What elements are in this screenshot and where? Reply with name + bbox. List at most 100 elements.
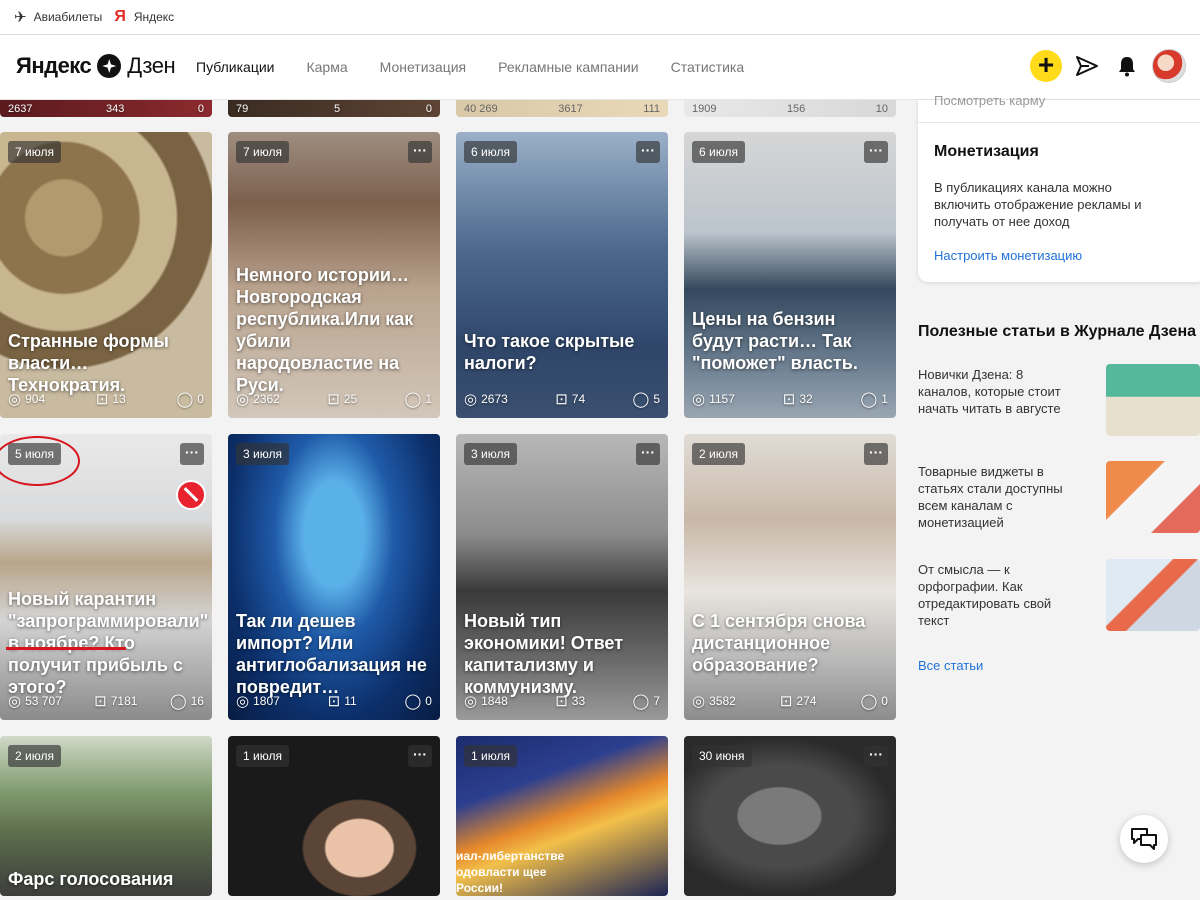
chat-support-button[interactable] xyxy=(1120,815,1168,863)
header-actions: + xyxy=(1030,49,1186,83)
card-title: Так ли дешев импорт? Или антиглобализаци… xyxy=(236,611,427,697)
publication-card[interactable]: 5 июля ··· Новый карантин "запрограммиро… xyxy=(0,434,212,720)
book-icon: ⊡ xyxy=(782,391,796,408)
avatar[interactable] xyxy=(1152,49,1186,83)
card-date: 3 июля xyxy=(236,443,289,465)
article-title: Товарные виджеты в статьях стали доступн… xyxy=(918,464,1063,530)
journal-article[interactable]: Новички Дзена: 8 каналов, которые стоит … xyxy=(918,364,1200,438)
card-image-caption: иал-либертанстве одовласти щее России! xyxy=(456,849,565,895)
more-icon[interactable]: ··· xyxy=(408,141,432,163)
journal-title: Полезные статьи в Журнале Дзена xyxy=(918,323,1196,340)
card-date: 7 июля xyxy=(8,141,61,163)
karma-link[interactable]: Посмотреть карму xyxy=(934,93,1045,108)
book-icon: ⊡ xyxy=(327,391,340,408)
card-stats: ◎ 1157 ⊡ 32 ◯ 1 xyxy=(692,391,888,408)
card-stats: 40 269 3617 111 xyxy=(464,103,660,115)
views-icon: ◎ xyxy=(236,693,250,710)
bookmark-label: Авиабилеты xyxy=(33,10,103,24)
red-annotation-circle xyxy=(0,436,80,486)
book-icon: ⊡ xyxy=(779,693,793,710)
more-icon[interactable]: ··· xyxy=(864,443,888,465)
book-icon: ⊡ xyxy=(555,693,568,710)
publication-card[interactable]: 6 июля ··· Цены на бензин будут расти… Т… xyxy=(684,132,896,418)
card-title: Цены на бензин будут расти… Так "поможет… xyxy=(692,309,858,373)
journal-article[interactable]: Товарные виджеты в статьях стали доступн… xyxy=(918,461,1200,535)
publication-card[interactable]: 2 июля ··· С 1 сентября снова дистанцион… xyxy=(684,434,896,720)
card-title: Новый карантин "запрограммировали" в ноя… xyxy=(8,589,209,697)
card-stats: ◎ 1848 ⊡ 33 ◯ 7 xyxy=(464,693,660,710)
nav-statistics[interactable]: Статистика xyxy=(671,59,745,75)
card-stats: 2637 343 0 xyxy=(8,103,204,115)
comment-icon: ◯ xyxy=(632,693,650,710)
book-icon: ⊡ xyxy=(555,391,568,408)
publication-card[interactable]: 1 июля ··· xyxy=(228,736,440,896)
card-title: С 1 сентября снова дистанционное образов… xyxy=(692,611,866,675)
card-title: Странные формы власти… Технократия. xyxy=(8,331,169,395)
card-title: Что такое скрытые налоги? xyxy=(464,331,635,373)
more-icon[interactable]: ··· xyxy=(180,443,204,465)
book-icon: ⊡ xyxy=(95,391,109,408)
chat-icon xyxy=(1131,828,1157,850)
comment-icon: ◯ xyxy=(176,391,194,408)
bell-icon[interactable] xyxy=(1112,51,1142,81)
zen-star-icon xyxy=(97,54,122,78)
yandex-zen-logo[interactable]: Яндекс Дзен xyxy=(16,53,176,79)
card-date: 30 июня xyxy=(692,745,752,767)
more-icon[interactable]: ··· xyxy=(864,141,888,163)
nav-monetization[interactable]: Монетизация xyxy=(380,59,467,75)
monetization-text: В публикациях канала можно включить отоб… xyxy=(934,180,1142,229)
views-icon: ◎ xyxy=(464,693,478,710)
more-icon[interactable]: ··· xyxy=(408,745,432,767)
card-stats: 1909 156 10 xyxy=(692,103,888,115)
comment-icon: ◯ xyxy=(860,391,878,408)
publication-card[interactable]: 7 июля ··· Немного истории… Новгородская… xyxy=(228,132,440,418)
blocked-icon xyxy=(176,480,206,510)
card-title: Фарс голосования под xyxy=(8,869,174,896)
card-date: 1 июля xyxy=(236,745,289,767)
nav-karma[interactable]: Карма xyxy=(306,59,347,75)
card-partial-top[interactable]: 2637 343 0 xyxy=(0,100,212,117)
publication-card[interactable]: 2 июля Фарс голосования под xyxy=(0,736,212,896)
nav-publications[interactable]: Публикации xyxy=(196,59,274,75)
card-stats: 79 5 0 xyxy=(236,103,432,115)
card-partial-top[interactable]: 79 5 0 xyxy=(228,100,440,117)
publication-card[interactable]: 6 июля ··· Что такое скрытые налоги? ◎ 26… xyxy=(456,132,668,418)
more-icon[interactable]: ··· xyxy=(864,745,888,767)
views-icon: ◎ xyxy=(692,693,706,710)
all-articles-link[interactable]: Все статьи xyxy=(918,658,983,673)
journal-article[interactable]: От смысла — к орфографии. Как отредактир… xyxy=(918,559,1200,633)
card-partial-top[interactable]: 40 269 3617 111 xyxy=(456,100,668,117)
article-title: От смысла — к орфографии. Как отредактир… xyxy=(918,562,1052,628)
card-partial-top[interactable]: 1909 156 10 xyxy=(684,100,896,117)
publication-card[interactable]: 3 июля Так ли дешев импорт? Или антиглоб… xyxy=(228,434,440,720)
bookmark-yandex[interactable]: Я Яндекс xyxy=(114,8,174,26)
publication-card[interactable]: 3 июля ··· Новый тип экономики! Ответ ка… xyxy=(456,434,668,720)
card-date: 6 июля xyxy=(464,141,517,163)
more-icon[interactable]: ··· xyxy=(636,141,660,163)
card-date: 7 июля xyxy=(236,141,289,163)
card-title: Немного истории… Новгородская республика… xyxy=(236,265,414,395)
more-icon[interactable]: ··· xyxy=(636,443,660,465)
card-title: Новый тип экономики! Ответ капитализму и… xyxy=(464,611,624,697)
nav-ad-campaigns[interactable]: Рекламные кампании xyxy=(498,59,638,75)
card-date: 2 июля xyxy=(8,745,61,767)
article-title: Новички Дзена: 8 каналов, которые стоит … xyxy=(918,367,1061,416)
card-stats: ◎ 53 707 ⊡ 7181 ◯ 16 xyxy=(8,693,204,710)
card-date: 6 июля xyxy=(692,141,745,163)
publication-card[interactable]: 7 июля Странные формы власти… Технократи… xyxy=(0,132,212,418)
setup-monetization-link[interactable]: Настроить монетизацию xyxy=(934,248,1082,263)
card-stats: ◎ 3582 ⊡ 274 ◯ 0 xyxy=(692,693,888,710)
send-icon[interactable] xyxy=(1072,51,1102,81)
views-icon: ◎ xyxy=(8,391,22,408)
publication-card[interactable]: 30 июня ··· xyxy=(684,736,896,896)
bookmark-aviabilety[interactable]: ✈ Авиабилеты xyxy=(14,8,102,26)
create-plus-button[interactable]: + xyxy=(1030,50,1062,82)
logo-product: Дзен xyxy=(127,53,176,78)
publication-card[interactable]: 1 июля иал-либертанстве одовласти щее Ро… xyxy=(456,736,668,896)
comment-icon: ◯ xyxy=(860,693,878,710)
right-sidebar: Посмотреть карму Монетизация В публикаци… xyxy=(906,93,1200,900)
card-date: 2 июля xyxy=(692,443,745,465)
card-date: 3 июля xyxy=(464,443,517,465)
comment-icon: ◯ xyxy=(404,693,422,710)
bookmarks-bar: ✈ Авиабилеты Я Яндекс xyxy=(0,0,1200,35)
